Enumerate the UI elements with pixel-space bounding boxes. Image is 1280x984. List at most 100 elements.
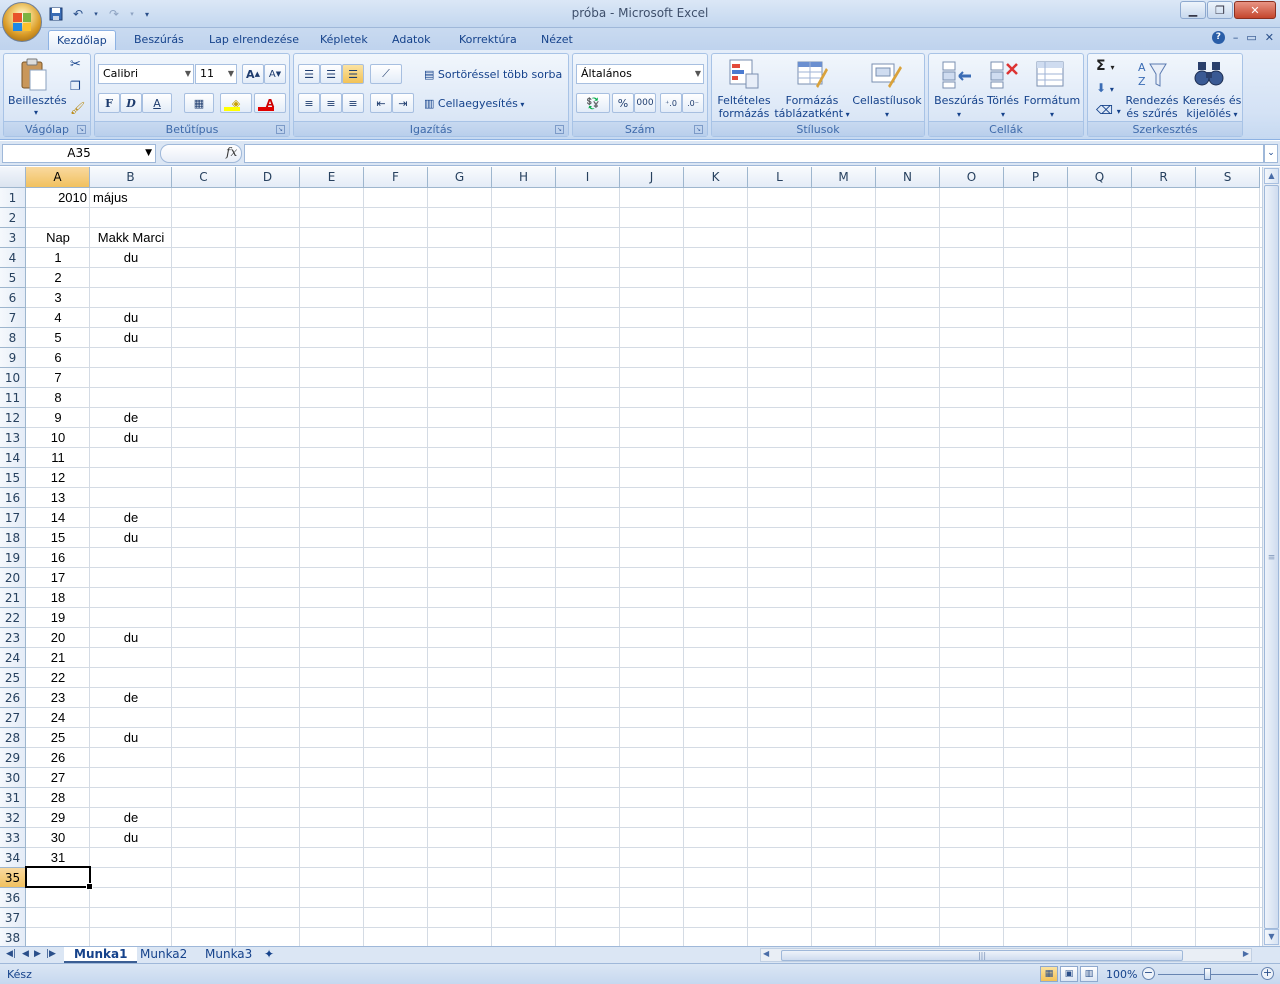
help-icon[interactable]: ? (1211, 31, 1225, 44)
insert-cells-button[interactable]: Beszúrás ▾ (933, 94, 985, 121)
row-header-13[interactable]: 13 (0, 428, 26, 448)
cell-b8[interactable]: du (90, 328, 172, 348)
cell-a9[interactable]: 6 (26, 348, 90, 368)
merge-cells-button[interactable]: ▥ Cellaegyesítés ▾ (424, 97, 524, 111)
zoom-slider[interactable]: − + (1142, 967, 1274, 982)
vertical-scroll-thumb[interactable]: ≡ (1264, 185, 1279, 929)
row-header-21[interactable]: 21 (0, 588, 26, 608)
cell-b28[interactable]: du (90, 728, 172, 748)
column-header-c[interactable]: C (172, 167, 236, 188)
vertical-scrollbar[interactable]: ▲ ≡ ▼ (1262, 167, 1280, 947)
cell-a7[interactable]: 4 (26, 308, 90, 328)
cell-b26[interactable]: de (90, 688, 172, 708)
row-header-10[interactable]: 10 (0, 368, 26, 388)
cut-icon[interactable]: ✂ (70, 58, 81, 71)
row-header-19[interactable]: 19 (0, 548, 26, 568)
cell-b33[interactable]: du (90, 828, 172, 848)
cell-a33[interactable]: 30 (26, 828, 90, 848)
cell-a11[interactable]: 8 (26, 388, 90, 408)
row-header-27[interactable]: 27 (0, 708, 26, 728)
number-launcher-icon[interactable]: ↘ (694, 125, 703, 134)
row-header-17[interactable]: 17 (0, 508, 26, 528)
zoom-out-icon[interactable]: − (1142, 967, 1155, 980)
cell-a23[interactable]: 20 (26, 628, 90, 648)
scroll-down-icon[interactable]: ▼ (1264, 929, 1279, 945)
expand-formula-bar-icon[interactable]: ⌄ (1264, 144, 1278, 163)
cell-a17[interactable]: 14 (26, 508, 90, 528)
column-header-e[interactable]: E (300, 167, 364, 188)
clipboard-launcher-icon[interactable]: ↘ (77, 125, 86, 134)
cell-a34[interactable]: 31 (26, 848, 90, 868)
row-header-12[interactable]: 12 (0, 408, 26, 428)
column-header-g[interactable]: G (428, 167, 492, 188)
row-header-35[interactable]: 35 (0, 868, 26, 888)
format-painter-icon[interactable]: 🖌 (70, 102, 85, 115)
cell-b12[interactable]: de (90, 408, 172, 428)
format-as-table-button[interactable]: Formázás táblázatként ▾ (774, 94, 850, 121)
tab-kepletek[interactable]: Képletek (312, 30, 376, 50)
find-select-button[interactable]: Keresés és kijelölés ▾ (1182, 94, 1242, 121)
row-header-1[interactable]: 1 (0, 188, 26, 208)
column-header-m[interactable]: M (812, 167, 876, 188)
align-right-icon[interactable]: ≡ (342, 93, 364, 113)
cell-a5[interactable]: 2 (26, 268, 90, 288)
column-header-i[interactable]: I (556, 167, 620, 188)
row-header-7[interactable]: 7 (0, 308, 26, 328)
increase-decimal-icon[interactable]: ⁺.0 (660, 93, 682, 113)
row-header-3[interactable]: 3 (0, 228, 26, 248)
cell-a29[interactable]: 26 (26, 748, 90, 768)
row-header-2[interactable]: 2 (0, 208, 26, 228)
row-header-25[interactable]: 25 (0, 668, 26, 688)
percent-button[interactable]: % (612, 93, 634, 113)
restore-button[interactable]: ❐ (1207, 1, 1233, 19)
delete-cells-button[interactable]: Törlés ▾ (985, 94, 1021, 121)
cell-a13[interactable]: 10 (26, 428, 90, 448)
cell-b32[interactable]: de (90, 808, 172, 828)
row-header-29[interactable]: 29 (0, 748, 26, 768)
name-box[interactable]: A35 ▼ (2, 144, 156, 163)
cell-styles-icon[interactable] (870, 58, 902, 90)
last-sheet-icon[interactable]: |▶ (46, 949, 56, 959)
thousands-button[interactable]: 000 (634, 93, 656, 113)
row-header-24[interactable]: 24 (0, 648, 26, 668)
insert-cells-icon[interactable] (941, 58, 973, 90)
row-header-11[interactable]: 11 (0, 388, 26, 408)
row-header-6[interactable]: 6 (0, 288, 26, 308)
align-bottom-icon[interactable]: ☰ (342, 64, 364, 84)
cell-a24[interactable]: 21 (26, 648, 90, 668)
decrease-indent-icon[interactable]: ⇤ (370, 93, 392, 113)
number-format-combo[interactable]: Általános ▼ (576, 64, 704, 84)
alignment-launcher-icon[interactable]: ↘ (555, 125, 564, 134)
cell-a1[interactable]: 2010 (26, 188, 90, 208)
cell-b13[interactable]: du (90, 428, 172, 448)
column-header-q[interactable]: Q (1068, 167, 1132, 188)
cell-b1[interactable]: május (90, 188, 172, 208)
tab-lap-elrendezese[interactable]: Lap elrendezése (201, 30, 307, 50)
tab-nezet[interactable]: Nézet (533, 30, 581, 50)
column-header-o[interactable]: O (940, 167, 1004, 188)
conditional-formatting-icon[interactable] (728, 58, 760, 90)
format-as-table-icon[interactable] (796, 58, 828, 90)
sheet-tab-munka3[interactable]: Munka3 (195, 947, 262, 963)
cell-a8[interactable]: 5 (26, 328, 90, 348)
font-launcher-icon[interactable]: ↘ (276, 125, 285, 134)
font-color-icon[interactable]: A (254, 93, 286, 113)
cell-a3[interactable]: Nap (26, 228, 90, 248)
office-button[interactable] (2, 2, 42, 42)
tab-adatok[interactable]: Adatok (384, 30, 438, 50)
cell-a26[interactable]: 23 (26, 688, 90, 708)
column-header-h[interactable]: H (492, 167, 556, 188)
column-header-p[interactable]: P (1004, 167, 1068, 188)
clear-icon[interactable]: ⌫ ▾ (1096, 104, 1121, 118)
paste-icon[interactable] (18, 58, 50, 91)
cell-a27[interactable]: 24 (26, 708, 90, 728)
column-header-n[interactable]: N (876, 167, 940, 188)
normal-view-icon[interactable]: ▦ (1040, 966, 1058, 982)
row-header-8[interactable]: 8 (0, 328, 26, 348)
column-header-f[interactable]: F (364, 167, 428, 188)
row-header-5[interactable]: 5 (0, 268, 26, 288)
decrease-decimal-icon[interactable]: .0⁻ (682, 93, 704, 113)
select-all-button[interactable] (0, 167, 26, 188)
scroll-up-icon[interactable]: ▲ (1264, 168, 1279, 184)
row-header-28[interactable]: 28 (0, 728, 26, 748)
